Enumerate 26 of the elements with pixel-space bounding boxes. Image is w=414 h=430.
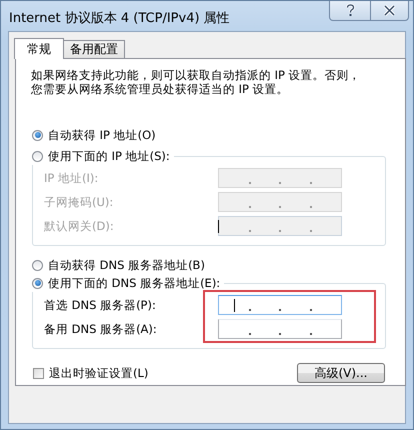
radio-button[interactable]	[32, 130, 43, 140]
description-line: 您需要从网络系统管理员处获得适当的 IP 设置。	[31, 82, 290, 96]
radio-label: 自动获得 DNS 服务器地址(B)	[48, 258, 205, 272]
window-title: Internet 协议版本 4 (TCP/IPv4) 属性	[9, 10, 230, 27]
field-label: 首选 DNS 服务器(P):	[44, 298, 157, 312]
radio-label: 使用下面的 IP 地址(S):	[48, 148, 170, 164]
description-line: 如果网络支持此功能，则可以获取自动指派的 IP 设置。否则，	[31, 68, 362, 82]
close-button[interactable]	[371, 1, 409, 21]
radio-label: 自动获得 IP 地址(O)	[48, 128, 156, 142]
radio-button[interactable]	[32, 278, 43, 288]
field-label: IP 地址(I):	[44, 170, 100, 186]
radio-label: 使用下面的 DNS 服务器地址(E):	[48, 276, 220, 290]
help-button[interactable]	[329, 1, 371, 21]
field-label: 备用 DNS 服务器(A):	[44, 322, 158, 336]
advanced-button[interactable]: 高级(V)...	[297, 363, 385, 383]
checkbox-label: 退出时验证设置(L)	[49, 366, 148, 380]
tab[interactable]: 常规	[14, 38, 64, 59]
close-icon	[383, 5, 396, 16]
field-label: 子网掩码(U):	[44, 194, 114, 210]
field-label: 默认网关(D):	[44, 218, 115, 234]
help-icon	[346, 4, 354, 17]
checkbox[interactable]	[33, 368, 44, 378]
tab[interactable]: 备用配置	[63, 40, 125, 58]
radio-button[interactable]	[32, 150, 43, 162]
radio-button[interactable]	[32, 260, 43, 270]
ip-address-field[interactable]	[218, 295, 342, 315]
